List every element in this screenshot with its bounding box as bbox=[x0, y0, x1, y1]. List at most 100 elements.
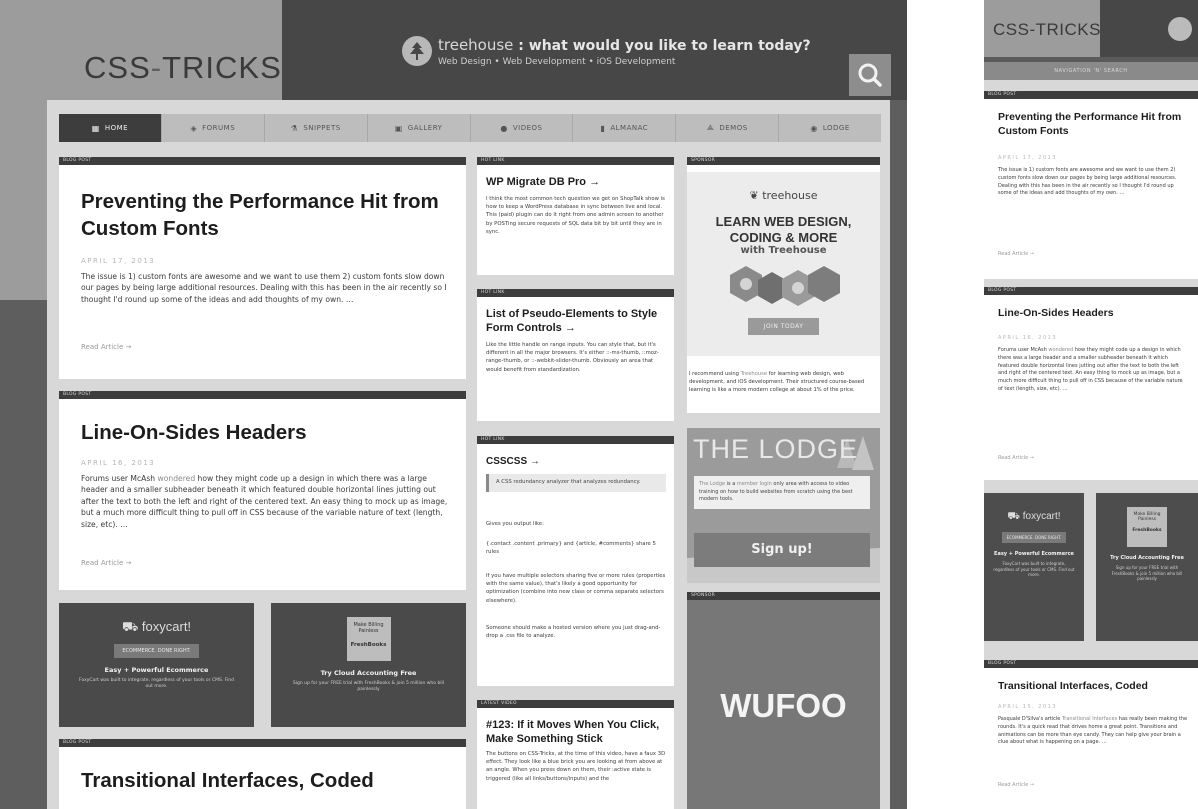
wufoo-logo: WUFOO bbox=[720, 687, 847, 724]
wufoo-ad[interactable]: WUFOO bbox=[687, 600, 880, 809]
treehouse-promo-title[interactable]: treehouse : what would you like to learn… bbox=[438, 36, 811, 54]
foxycart-logo-text: foxycart! bbox=[141, 619, 192, 634]
lodge-link[interactable]: The Lodge bbox=[699, 481, 725, 487]
post-title[interactable]: Transitional Interfaces, Coded bbox=[81, 769, 374, 793]
treehouse-tagline: what would you like to learn today? bbox=[528, 38, 811, 54]
treehouse-headline: LEARN WEB DESIGN, CODING & MORE bbox=[687, 214, 880, 245]
freshbooks-ad[interactable]: Make Billing Painless FreshBooks Try Clou… bbox=[1096, 493, 1198, 641]
wondered-link[interactable]: wondered bbox=[1048, 347, 1073, 353]
post-title[interactable]: Line-On-Sides Headers bbox=[998, 307, 1114, 319]
nav-forums[interactable]: ◈ FORUMS bbox=[162, 114, 265, 142]
post-excerpt: Forums user McAsh wondered how they migh… bbox=[998, 347, 1188, 394]
site-logo[interactable]: CSS-TRICKS bbox=[84, 50, 282, 86]
headline-line1: LEARN WEB DESIGN, bbox=[715, 214, 852, 229]
treehouse-ad-logo-text: treehouse bbox=[762, 189, 818, 202]
freshbooks-ad[interactable]: Make Billing Painless FreshBooks Try Clou… bbox=[271, 603, 466, 727]
post-card: Transitional Interfaces, Coded bbox=[59, 747, 466, 809]
excerpt-pre: Forums user McAsh bbox=[81, 474, 158, 483]
hotlink-title[interactable]: WP Migrate DB Pro → bbox=[486, 176, 600, 188]
post-title[interactable]: Transitional Interfaces, Coded bbox=[998, 680, 1148, 692]
lodge-title: THE LODGE bbox=[693, 434, 859, 464]
treehouse-topics: Web Design • Web Development • iOS Devel… bbox=[438, 57, 676, 67]
sign-up-button[interactable]: Sign up! bbox=[694, 533, 870, 567]
hotlink-card: CSSCSS → A CSS redundancy analyzer that … bbox=[477, 444, 674, 686]
grid-icon: ▦ bbox=[91, 123, 100, 133]
foxycart-tagline: ECOMMERCE. DONE RIGHT. bbox=[114, 644, 199, 658]
badges-illustration-icon bbox=[729, 266, 840, 307]
nav-lodge[interactable]: ◉ LODGE bbox=[779, 114, 881, 142]
nav-demos[interactable]: ⟁ DEMOS bbox=[676, 114, 780, 142]
video-text: The buttons on CSS-Tricks, at the time o… bbox=[486, 751, 666, 782]
lodge-icon: ◉ bbox=[810, 123, 818, 133]
excerpt-pre: Pasquale D'Silva's article bbox=[998, 716, 1062, 722]
read-article-link[interactable]: Read Article → bbox=[81, 559, 131, 567]
post-title[interactable]: Line-On-Sides Headers bbox=[81, 421, 307, 445]
nav-almanac[interactable]: ▮ ALMANAC bbox=[573, 114, 677, 142]
treehouse-leaf-icon: ❦ bbox=[749, 189, 763, 202]
logo-css: CSS bbox=[84, 50, 151, 85]
nav-snippets[interactable]: ⚗ SNIPPETS bbox=[265, 114, 368, 142]
read-article-link[interactable]: Read Article → bbox=[998, 251, 1034, 257]
treehouse-logo-icon[interactable] bbox=[1168, 17, 1192, 41]
hotlink-quote: A CSS redundancy analyzer that analyzes … bbox=[486, 474, 666, 492]
read-article-link[interactable]: Read Article → bbox=[998, 782, 1034, 788]
cart-icon: ⛟ bbox=[121, 619, 142, 634]
lodge-ad[interactable]: THE LODGE The Lodge is a member login on… bbox=[687, 428, 880, 583]
video-label: LATEST VIDEO bbox=[477, 700, 674, 708]
wondered-link[interactable]: wondered bbox=[158, 474, 196, 483]
hotlink-title[interactable]: List of Pseudo-Elements to Style Form Co… bbox=[486, 307, 666, 336]
join-today-button[interactable]: JOIN TODAY bbox=[747, 318, 820, 336]
search-button[interactable] bbox=[849, 54, 891, 96]
post-label: BLOG POST bbox=[59, 739, 466, 747]
freshbooks-name: FreshBooks bbox=[1132, 528, 1162, 533]
foxycart-desc: FoxyCart was built to integrate, regardl… bbox=[993, 561, 1075, 578]
foxycart-logo: ⛟ foxycart! bbox=[59, 619, 254, 637]
post-label: BLOG POST bbox=[984, 287, 1198, 295]
nav-gallery[interactable]: ▣ GALLERY bbox=[368, 114, 471, 142]
logo-tricks: TRICKS bbox=[162, 50, 282, 85]
hotlink-title[interactable]: CSSCSS → bbox=[486, 456, 540, 467]
post-title[interactable]: Preventing the Performance Hit from Cust… bbox=[81, 189, 451, 242]
post-date: APRIL 16, 2013 bbox=[81, 459, 156, 467]
headline-line2: CODING & MORE bbox=[729, 229, 838, 245]
treehouse-logo-icon[interactable] bbox=[402, 36, 432, 66]
mobile-nav-toggle[interactable]: NAVIGATION 'N' SEARCH bbox=[984, 62, 1198, 80]
freshbooks-badge: Make Billing Painless bbox=[1133, 512, 1161, 522]
mobile-logo[interactable]: CSS-TRICKS bbox=[993, 20, 1101, 40]
nav-snippets-label: SNIPPETS bbox=[303, 124, 341, 132]
excerpt-post: how they might code up a design in which… bbox=[998, 347, 1183, 392]
freshbooks-logo: Make Billing Painless FreshBooks bbox=[346, 617, 391, 661]
search-icon bbox=[858, 63, 882, 87]
video-title[interactable]: #123: If it Moves When You Click, Make S… bbox=[486, 718, 668, 747]
video-icon: ● bbox=[500, 123, 508, 133]
hotlink-label: HOT LINK bbox=[477, 436, 674, 444]
nav-forums-label: FORUMS bbox=[202, 124, 236, 132]
foxycart-ad[interactable]: ⛟ foxycart! ECOMMERCE. DONE RIGHT. Easy … bbox=[59, 603, 254, 727]
hotlink-p3: If you have multiple selectors sharing f… bbox=[486, 573, 666, 604]
lodge-text-mid: is a bbox=[725, 481, 737, 487]
treehouse-ad[interactable]: ❦ treehouse LEARN WEB DESIGN, CODING & MO… bbox=[687, 172, 880, 356]
foxycart-title: Easy + Powerful Ecommerce bbox=[104, 666, 209, 674]
hotlink-card: List of Pseudo-Elements to Style Form Co… bbox=[477, 297, 674, 421]
logo-dash: - bbox=[150, 50, 163, 85]
nav-demos-label: DEMOS bbox=[719, 124, 748, 132]
read-article-link[interactable]: Read Article → bbox=[998, 455, 1034, 461]
lodge-text: The Lodge is a member login only area wi… bbox=[694, 476, 870, 509]
nav-home[interactable]: ▦ HOME bbox=[59, 114, 162, 142]
hotlink-card: WP Migrate DB Pro → I think the most com… bbox=[477, 165, 674, 275]
post-card: Preventing the Performance Hit from Cust… bbox=[59, 165, 466, 379]
snippet-icon: ⚗ bbox=[290, 123, 299, 133]
foxycart-logo: ⛟ foxycart! bbox=[984, 511, 1084, 524]
freshbooks-name: FreshBooks bbox=[350, 642, 387, 648]
post-title[interactable]: Preventing the Performance Hit from Cust… bbox=[998, 111, 1188, 138]
read-article-link[interactable]: Read Article → bbox=[81, 343, 131, 351]
gallery-icon: ▣ bbox=[394, 123, 403, 133]
transitional-interfaces-link[interactable]: Transitional Interfaces bbox=[1062, 716, 1117, 722]
sponsor-label: SPONSOR bbox=[687, 157, 880, 165]
nav-videos[interactable]: ● VIDEOS bbox=[471, 114, 574, 142]
mobile-view: CSS-TRICKS NAVIGATION 'N' SEARCH BLOG PO… bbox=[984, 0, 1198, 809]
foxycart-ad[interactable]: ⛟ foxycart! ECOMMERCE. DONE RIGHT. Easy … bbox=[984, 493, 1084, 641]
hotlink-label: HOT LINK bbox=[477, 157, 674, 165]
member-login-link[interactable]: member login bbox=[737, 481, 772, 487]
treehouse-link[interactable]: Treehouse bbox=[741, 371, 767, 377]
